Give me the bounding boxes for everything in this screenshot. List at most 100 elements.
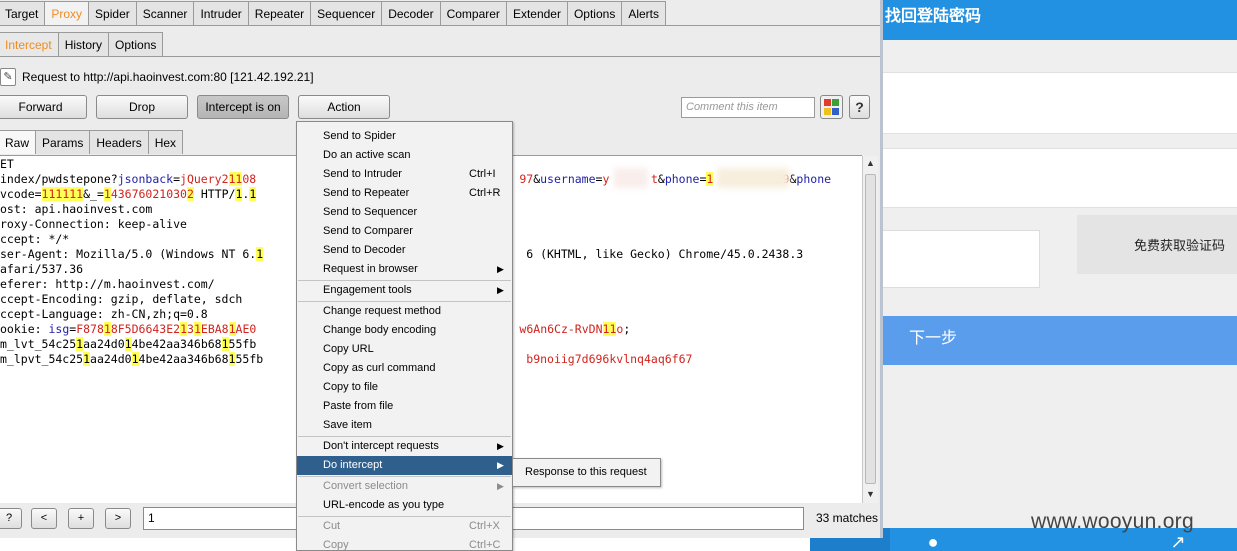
menu-paste-from-file[interactable]: Paste from file [297,397,512,416]
tab-extender[interactable]: Extender [505,1,568,25]
menu-active-scan[interactable]: Do an active scan [297,146,512,165]
forward-button[interactable]: Forward [0,95,87,119]
menu-item-label: Copy to file [323,381,379,393]
tab-hex[interactable]: Hex [147,130,184,154]
message-view-tabs: Raw Params Headers Hex [0,129,184,154]
request-line: ost: api.haoinvest.com [0,202,153,216]
menu-item-label: Paste from file [323,400,394,412]
account-field-row[interactable] [880,148,1237,208]
sub-tabs-divider [0,56,880,57]
menu-shortcut: Ctrl+X [469,520,500,532]
search-next-button[interactable]: > [105,508,131,529]
request-line: ccept-Language: zh-CN,zh;q=0.8 [0,307,208,321]
menu-item-label: Change body encoding [323,324,437,336]
menu-url-encode-as-you-type[interactable]: URL-encode as you type [297,496,512,515]
tab-target[interactable]: Target [0,1,46,25]
request-line: ET [0,157,14,171]
menu-send-to-comparer[interactable]: Send to Comparer [297,222,512,241]
tab-options[interactable]: Options [566,1,623,25]
tab-spider[interactable]: Spider [88,1,137,25]
scroll-down-icon[interactable]: ▼ [866,489,875,499]
menu-copy-to-file[interactable]: Copy to file [297,378,512,397]
submenu-arrow-icon: ▶ [497,264,504,274]
main-tabs: Target Proxy Spider Scanner Intruder Rep… [0,0,667,25]
menu-copy-as-curl[interactable]: Copy as curl command [297,359,512,378]
tab-intruder[interactable]: Intruder [193,1,249,25]
menu-response-to-this-request[interactable]: Response to this request [513,459,660,486]
context-menu: Send to Spider Do an active scan Send to… [296,121,513,551]
menu-change-body-encoding[interactable]: Change body encoding [297,321,512,340]
tab-intercept[interactable]: Intercept [0,32,59,56]
watermark: www.wooyun.org [1031,510,1194,533]
menu-send-to-intruder[interactable]: Send to Intruder Ctrl+I [297,165,512,184]
menu-send-to-spider[interactable]: Send to Spider [297,127,512,146]
user-icon[interactable]: ● [924,533,942,551]
menu-engagement-tools[interactable]: Engagement tools ▶ [297,281,512,300]
menu-send-to-decoder[interactable]: Send to Decoder [297,241,512,260]
menu-item-label: Copy [323,539,349,551]
tab-alerts[interactable]: Alerts [621,1,667,25]
menu-dont-intercept[interactable]: Don't intercept requests ▶ [297,437,512,456]
verification-code-input[interactable] [880,230,1040,288]
tab-decoder[interactable]: Decoder [381,1,441,25]
menu-item-label: Change request method [323,305,442,317]
tab-params[interactable]: Params [35,130,91,154]
scroll-thumb[interactable] [865,174,876,484]
search-prev-button[interactable]: < [31,508,57,529]
menu-save-item[interactable]: Save item [297,416,512,435]
highlight-color-picker[interactable] [820,95,843,119]
menu-item-label: Send to Decoder [323,244,406,256]
color-swatch-yellow [824,107,831,115]
tab-proxy[interactable]: Proxy [44,1,90,25]
menu-do-intercept[interactable]: Do intercept ▶ [297,456,512,475]
request-line: ccept: */* [0,232,70,246]
tab-proxy-options[interactable]: Options [108,32,164,56]
tab-history[interactable]: History [57,32,110,56]
menu-copy-url[interactable]: Copy URL [297,340,512,359]
tab-raw[interactable]: Raw [0,130,37,154]
menu-request-in-browser[interactable]: Request in browser ▶ [297,260,512,279]
menu-item-label: Do intercept [323,459,383,471]
menu-item-label: Send to Spider [323,130,396,142]
editor-scrollbar[interactable]: ▲ ▼ [862,156,878,503]
intercept-toggle-button[interactable]: Intercept is on [197,95,289,119]
menu-send-to-repeater[interactable]: Send to Repeater Ctrl+R [297,184,512,203]
request-info-text: Request to http://api.haoinvest.com:80 [… [22,70,314,84]
request-line: eferer: http://m.haoinvest.com/ [0,277,215,291]
tab-scanner[interactable]: Scanner [135,1,195,25]
menu-send-to-sequencer[interactable]: Send to Sequencer [297,203,512,222]
webpage-title: 找回登陆密码 [880,0,1237,40]
proxy-sub-tabs: Intercept History Options [0,31,164,56]
do-intercept-submenu: Response to this request [512,458,661,487]
menu-shortcut: Ctrl+R [469,187,501,199]
menu-shortcut: Ctrl+C [469,539,501,551]
search-help-button[interactable]: ? [0,508,22,529]
phone-field-row[interactable] [880,72,1237,134]
menu-convert-selection[interactable]: Convert selection ▶ [297,477,512,496]
next-step-button[interactable]: 下一步 [880,316,1237,365]
tab-comparer[interactable]: Comparer [439,1,507,25]
get-code-button[interactable]: 免费获取验证码 [1077,215,1237,274]
menu-item-label: Engagement tools [323,284,412,296]
scroll-up-icon[interactable]: ▲ [866,158,875,168]
menu-item-label: Do an active scan [323,149,411,161]
menu-change-request-method[interactable]: Change request method [297,302,512,321]
menu-item-label: Send to Repeater [323,187,410,199]
request-info: ✎ Request to http://api.haoinvest.com:80… [0,66,314,88]
pencil-icon[interactable]: ✎ [0,68,16,86]
tab-headers[interactable]: Headers [89,130,149,154]
drop-button[interactable]: Drop [96,95,188,119]
request-line: m_lvt_54c251aa24d014be42aa346b68155fb [0,337,257,351]
menu-copy[interactable]: Copy Ctrl+C [297,536,512,551]
tab-repeater[interactable]: Repeater [247,1,312,25]
chart-icon[interactable]: ↗ [1169,533,1187,551]
help-button[interactable]: ? [849,95,870,119]
search-add-button[interactable]: + [68,508,94,529]
menu-cut[interactable]: Cut Ctrl+X [297,517,512,536]
comment-input[interactable]: Comment this item [681,97,815,118]
action-button[interactable]: Action [298,95,390,119]
tabs-divider [0,25,880,26]
background-webpage: 找回登陆密码 免费获取验证码 下一步 ⌜⌝ ● ↗ [684,0,1237,551]
tab-sequencer[interactable]: Sequencer [310,1,383,25]
color-swatch-green [832,99,839,106]
